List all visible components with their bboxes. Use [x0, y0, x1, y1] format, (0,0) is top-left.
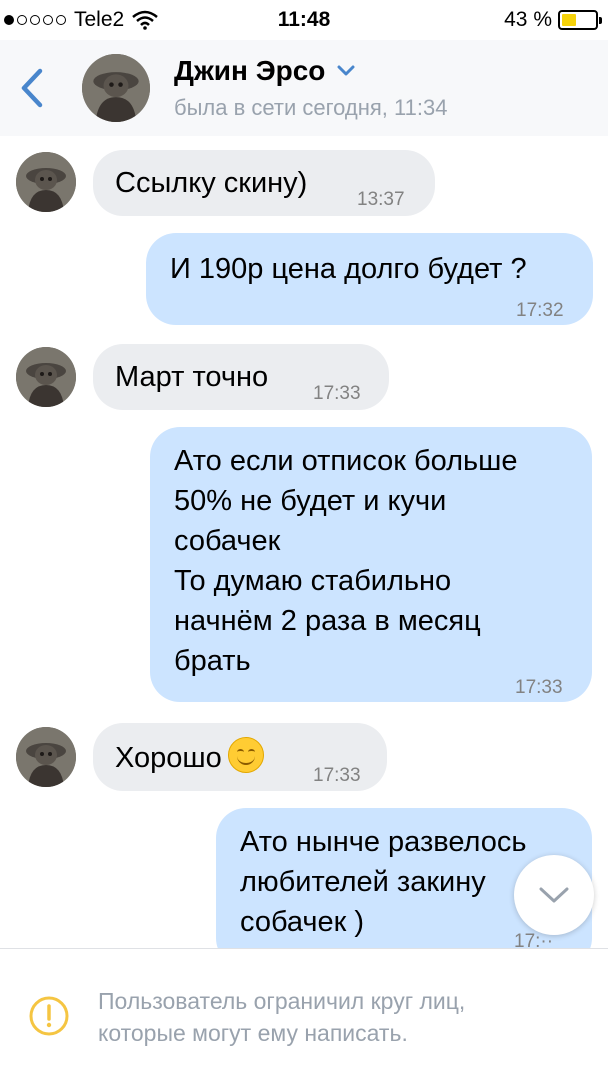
chevron-down-icon — [539, 887, 569, 903]
message-line: Ато если отписок больше — [174, 445, 518, 477]
chevron-left-icon — [21, 68, 43, 108]
back-button[interactable] — [2, 48, 62, 128]
message-text: Ато если отписок больше 50% не будет и к… — [174, 441, 518, 681]
message-text: И 190р цена долго будет ? — [170, 253, 527, 285]
battery-indicator: 43 % — [504, 8, 602, 32]
status-bar: Tele2 11:48 43 % — [0, 0, 608, 40]
message-line: Ато нынче развелось — [240, 826, 527, 858]
message-text: Хорошо — [115, 742, 222, 774]
message-time: 17:33 — [515, 677, 563, 698]
avatar-image — [16, 727, 76, 787]
chevron-down-icon[interactable] — [337, 65, 355, 77]
contact-avatar[interactable] — [82, 54, 150, 122]
signal-strength-icon — [4, 15, 66, 25]
message-time: 13:37 — [357, 189, 405, 210]
message-line: собачек — [174, 525, 281, 557]
last-seen-status: была в сети сегодня, 11:34 — [174, 95, 448, 120]
restriction-notice: Пользователь ограничил круг лиц, которые… — [98, 985, 588, 1049]
message-line: собачек ) — [240, 906, 365, 938]
avatar-image — [82, 54, 150, 122]
contact-name[interactable]: Джин Эрсо — [174, 55, 325, 87]
messaging-restricted-panel: Пользователь ограничил круг лиц, которые… — [0, 948, 608, 1080]
notice-line: Пользователь ограничил круг лиц, — [98, 988, 466, 1014]
battery-percent: 43 % — [504, 8, 552, 31]
scroll-to-bottom-button[interactable] — [514, 855, 594, 935]
sender-avatar[interactable] — [16, 727, 76, 787]
sender-avatar[interactable] — [16, 152, 76, 212]
message-bubble-incoming[interactable]: Хорошо 17:33 — [93, 723, 387, 791]
battery-icon — [558, 10, 602, 30]
notice-line: которые могут ему написать. — [98, 1020, 408, 1046]
message-line: начнём 2 раза в месяц — [174, 605, 481, 637]
message-bubble-outgoing[interactable]: И 190р цена долго будет ? 17:32 — [146, 233, 593, 325]
message-line: любителей закину — [240, 866, 486, 898]
message-time: 17:33 — [313, 765, 361, 786]
message-line: брать — [174, 645, 251, 677]
avatar-image — [16, 347, 76, 407]
wifi-icon — [132, 10, 159, 30]
carrier-name: Tele2 — [74, 8, 125, 31]
message-text: Ссылку скину) — [115, 167, 308, 199]
sender-avatar[interactable] — [16, 347, 76, 407]
avatar-image — [16, 152, 76, 212]
chat-header: Джин Эрсо была в сети сегодня, 11:34 — [0, 40, 608, 136]
message-text: Ато нынче развелось любителей закину соб… — [240, 822, 526, 942]
message-line: 50% не будет и кучи — [174, 485, 447, 517]
message-bubble-incoming[interactable]: Ссылку скину) 13:37 — [93, 150, 435, 216]
message-content: Хорошо — [115, 737, 264, 778]
message-bubble-incoming[interactable]: Март точно 17:33 — [93, 344, 389, 410]
smiling-face-emoji-icon — [227, 737, 264, 773]
warning-icon — [29, 996, 69, 1036]
message-time: 17:32 — [516, 300, 564, 321]
message-bubble-outgoing[interactable]: Ато если отписок больше 50% не будет и к… — [150, 427, 592, 702]
message-text: Март точно — [115, 361, 269, 393]
message-time: 17:33 — [313, 383, 361, 404]
message-line: То думаю стабильно — [174, 565, 452, 597]
